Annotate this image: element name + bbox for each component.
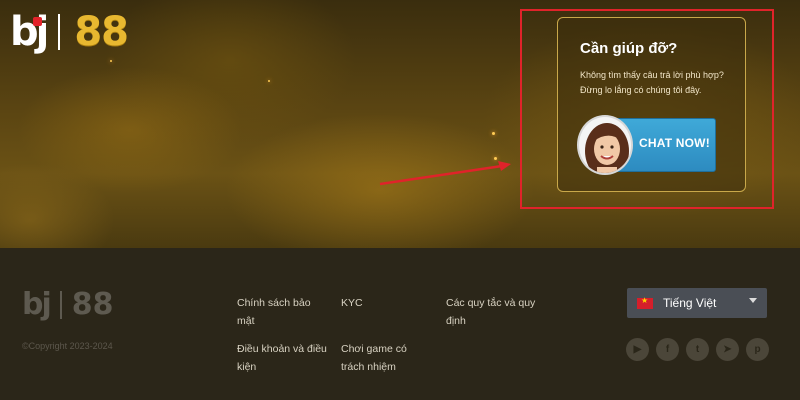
link-rules[interactable]: Các quy tắc và quy định [446,294,536,330]
link-responsible-gaming[interactable]: Chơi game có trách nhiệm [341,340,421,376]
help-line-1: Không tìm thấy câu trả lời phù hợp? [580,70,724,80]
brand-logo[interactable]: bj 88 [10,9,129,55]
link-terms[interactable]: Điều khoản và điều kiện [237,340,327,376]
support-agent-avatar[interactable] [577,115,633,175]
facebook-icon[interactable]: f [656,338,679,361]
youtube-icon[interactable]: ▶ [626,338,649,361]
language-label: Tiếng Việt [663,296,717,310]
chat-now-label: CHAT NOW! [639,136,710,150]
footer-logo[interactable]: bj 88 [22,290,114,320]
help-description: Không tìm thấy câu trả lời phù hợp? Đừng… [580,68,740,98]
logo-dot [33,17,42,26]
vietnam-flag-icon [637,296,653,309]
pinterest-icon[interactable]: p [746,338,769,361]
help-line-2: Đừng lo lắng có chúng tôi đây. [580,85,702,95]
twitter-icon[interactable]: t [686,338,709,361]
sparkle [110,60,112,62]
link-kyc[interactable]: KYC [341,294,421,312]
footer-logo-88: 88 [71,287,114,322]
logo-divider [58,14,61,50]
red-arrow-icon [379,161,511,186]
telegram-icon[interactable]: ➤ [716,338,739,361]
sparkle [492,132,495,135]
help-title: Cần giúp đỡ? [580,40,678,57]
logo-88: 88 [74,9,129,55]
chevron-down-icon [749,298,757,303]
language-select[interactable]: Tiếng Việt [627,288,767,318]
copyright-text: ©Copyright 2023-2024 [22,341,113,351]
help-card: Cần giúp đỡ? Không tìm thấy câu trả lời … [557,17,746,192]
link-privacy-policy[interactable]: Chính sách bảo mật [237,294,317,330]
footer-logo-bj: bj [22,287,52,322]
sparkle [268,80,270,82]
social-links: ▶ f t ➤ p [626,338,769,361]
footer [0,248,800,400]
footer-logo-divider [59,291,62,319]
